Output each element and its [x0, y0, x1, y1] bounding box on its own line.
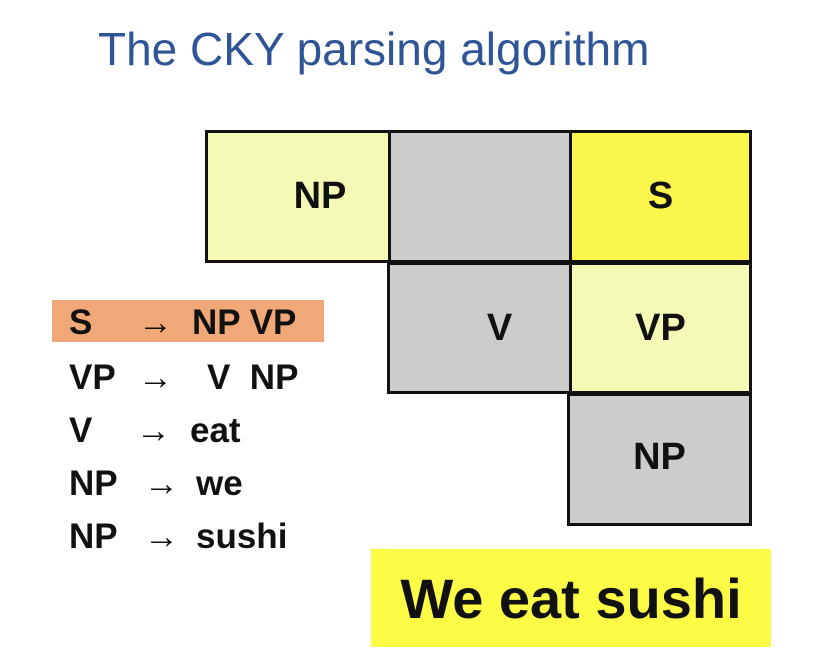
grammar-rule: V → eat — [52, 404, 324, 457]
rule-rhs: sushi — [196, 517, 288, 556]
chart-cell-np-top-left: NP — [205, 130, 391, 263]
rule-rhs: NP VP — [192, 303, 297, 342]
slide-title: The CKY parsing algorithm — [98, 23, 650, 75]
chart-cell-empty-top-middle — [388, 130, 572, 263]
chart-cell-label: S — [647, 175, 674, 217]
rule-lhs: V — [69, 411, 93, 450]
rule-lhs: VP — [69, 358, 116, 397]
right-arrow-icon: → — [144, 517, 179, 556]
right-arrow-icon: → — [138, 358, 173, 397]
input-sentence: We eat sushi — [371, 549, 771, 647]
grammar-rule: NP → sushi — [52, 510, 324, 563]
grammar-rule: VP → V NP — [52, 351, 324, 404]
rule-lhs: S — [69, 303, 93, 342]
chart-cell-label: NP — [633, 436, 686, 478]
rule-lhs: NP — [69, 464, 118, 503]
rule-rhs: eat — [190, 411, 241, 450]
chart-cell-np-bottom-right: NP — [567, 393, 752, 526]
chart-cell-vp-middle-right: VP — [569, 262, 752, 394]
rule-lhs: NP — [69, 517, 118, 556]
chart-cell-s-top-right: S — [569, 130, 752, 263]
right-arrow-icon: → — [138, 303, 173, 342]
rule-rhs: V NP — [207, 358, 299, 397]
grammar-rule: NP → we — [52, 457, 324, 510]
rule-rhs: we — [196, 464, 243, 503]
chart-cell-v-middle: V — [387, 262, 572, 394]
grammar-rules: S → NP VP VP → V NP V → eat NP → we NP →… — [52, 300, 324, 563]
right-arrow-icon: → — [136, 411, 171, 450]
chart-cell-label: NP — [293, 175, 347, 217]
grammar-rule-highlighted: S → NP VP — [52, 300, 324, 342]
right-arrow-icon: → — [144, 464, 179, 503]
chart-cell-label: VP — [635, 306, 686, 349]
chart-cell-label: V — [486, 306, 513, 349]
